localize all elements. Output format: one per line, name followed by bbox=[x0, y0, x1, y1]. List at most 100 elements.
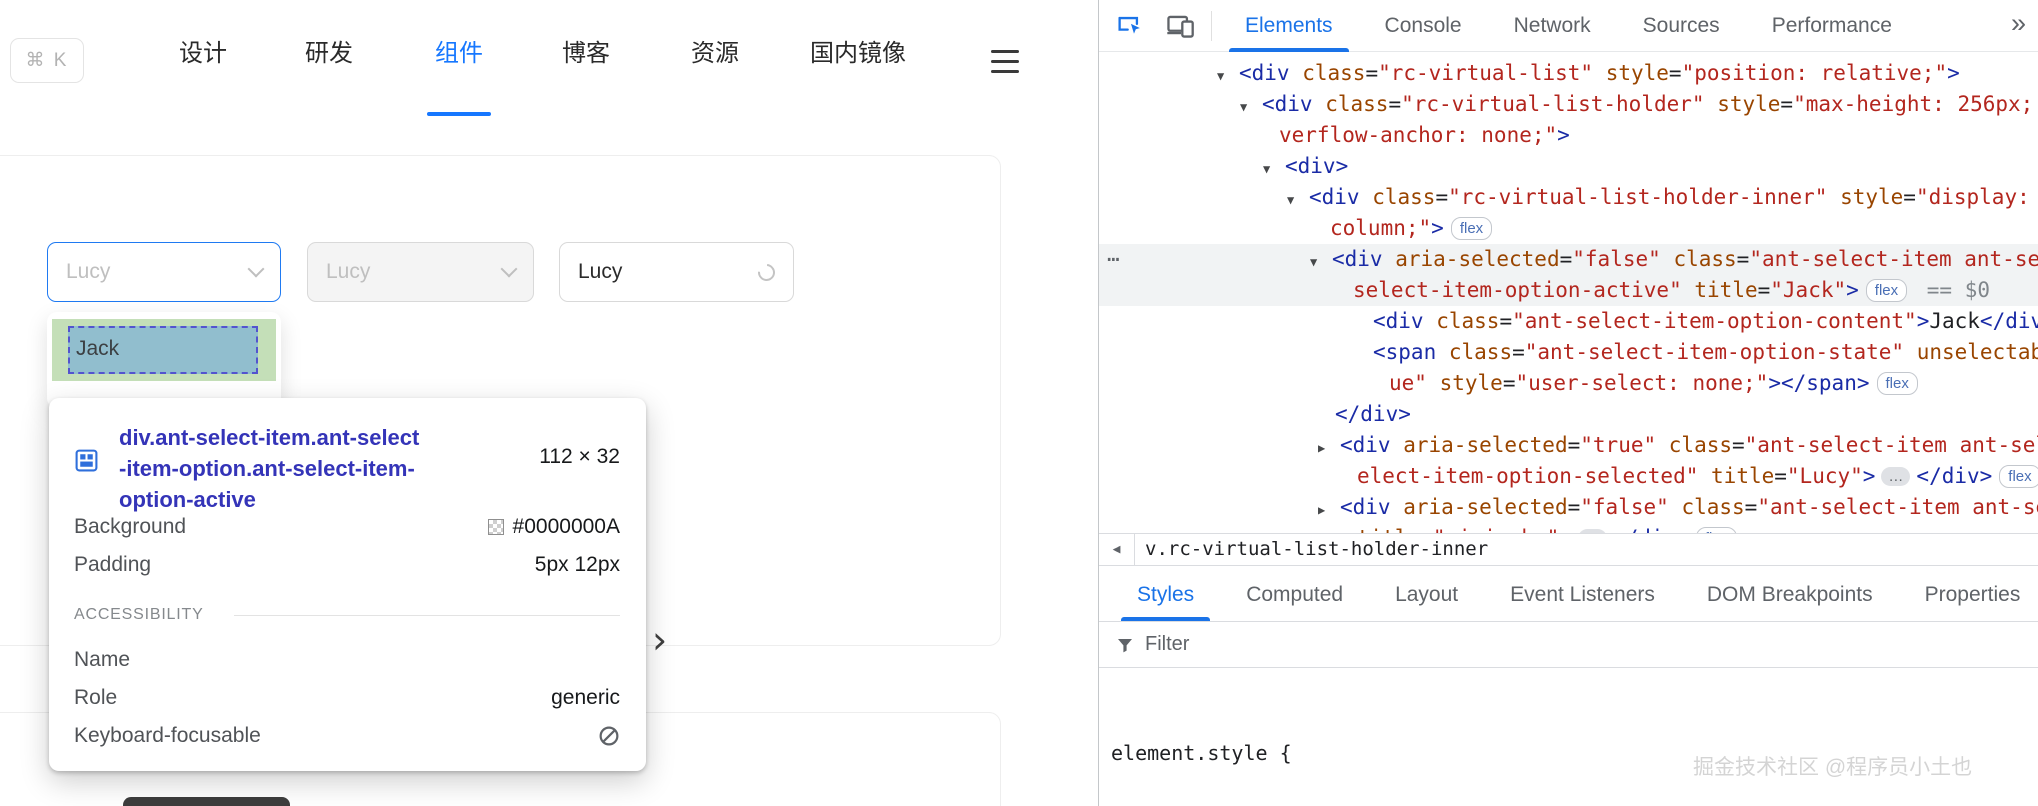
nav-item-1[interactable]: 设计 bbox=[179, 33, 227, 68]
sidebar-tab-dom-breakpoints[interactable]: DOM Breakpoints bbox=[1681, 567, 1899, 621]
elements-tree-row[interactable]: verflow-anchor: none;"> bbox=[1099, 120, 2038, 151]
elements-tree-row[interactable]: select-item-option-active" title="Jack">… bbox=[1099, 275, 2038, 306]
inline-expand-button[interactable]: … bbox=[1881, 467, 1910, 486]
select-focused[interactable]: Lucy bbox=[47, 242, 281, 302]
code-token: = bbox=[1560, 247, 1573, 271]
tooltip-row-role: Role generic bbox=[74, 686, 620, 710]
loading-spinner-icon bbox=[755, 260, 779, 284]
dropdown-option-jack[interactable]: Jack bbox=[76, 337, 119, 361]
flex-badge[interactable]: flex bbox=[1866, 279, 1907, 302]
tab-performance[interactable]: Performance bbox=[1746, 0, 1918, 52]
select-value: Lucy bbox=[326, 260, 370, 284]
code-token: = bbox=[1780, 92, 1793, 116]
select-disabled[interactable]: Lucy bbox=[307, 242, 534, 302]
breadcrumb-item[interactable]: v.rc-virtual-list-holder-inner bbox=[1135, 534, 1498, 565]
expand-arrow-closed-icon[interactable]: ▶ bbox=[1318, 495, 1340, 526]
expand-arrow-closed-icon[interactable]: ▶ bbox=[1318, 433, 1340, 464]
select-dropdown: Jack bbox=[47, 312, 281, 408]
code-token: style bbox=[1606, 61, 1669, 85]
devtools-toolbar: ElementsConsoleNetworkSourcesPerformance… bbox=[1099, 0, 2038, 52]
styles-sidebar-tab-bar: StylesComputedLayoutEvent ListenersDOM B… bbox=[1099, 567, 2038, 622]
device-toolbar-icon[interactable] bbox=[1165, 10, 1195, 40]
code-token: </div> bbox=[1980, 309, 2038, 333]
element-badge-icon bbox=[74, 448, 99, 473]
toolbar-separator bbox=[1211, 11, 1212, 41]
tab-console[interactable]: Console bbox=[1359, 0, 1488, 52]
sidebar-tab-event-listeners[interactable]: Event Listeners bbox=[1484, 567, 1681, 621]
elements-tree-row[interactable]: ue" style="user-select: none;"></span>fl… bbox=[1099, 368, 2038, 399]
elements-tree-row[interactable]: ▼<div> bbox=[1099, 151, 2038, 182]
sidebar-tab-properties[interactable]: Properties bbox=[1899, 567, 2038, 621]
nav-item-6[interactable]: 国内镜像 bbox=[810, 33, 906, 68]
nav-item-5[interactable]: 资源 bbox=[691, 33, 739, 68]
elements-tree-row[interactable]: ▼<div class="rc-virtual-list-holder" sty… bbox=[1099, 89, 2038, 120]
accessibility-section-title: ACCESSIBILITY bbox=[74, 606, 204, 624]
elements-tree-row[interactable]: column;">flex bbox=[1099, 213, 2038, 244]
expand-chevron[interactable]: › bbox=[652, 618, 667, 662]
sidebar-tab-computed[interactable]: Computed bbox=[1220, 567, 1369, 621]
code-token: = bbox=[1774, 464, 1787, 488]
code-token: "true" bbox=[1580, 433, 1656, 457]
code-token: = bbox=[1512, 340, 1525, 364]
code-token: "rc-virtual-list-holder-inner" bbox=[1448, 185, 1827, 209]
elements-tree-row[interactable]: <span class="ant-select-item-option-stat… bbox=[1099, 337, 2038, 368]
row-overflow-dots-icon[interactable]: ⋯ bbox=[1107, 244, 1120, 275]
flex-badge[interactable]: flex bbox=[1999, 465, 2038, 488]
elements-tree-row[interactable]: ▼<div class="rc-virtual-list-holder-inne… bbox=[1099, 182, 2038, 213]
code-token: <div bbox=[1373, 309, 1424, 333]
expand-arrow-open-icon[interactable]: ▼ bbox=[1310, 247, 1332, 278]
code-token bbox=[1424, 309, 1437, 333]
code-token: "ant-select-item-option-content" bbox=[1512, 309, 1917, 333]
more-tabs-chevron-icon[interactable]: » bbox=[2011, 8, 2026, 39]
elements-tree-row[interactable]: title="yiminghe">…</div>flex bbox=[1099, 523, 2038, 533]
code-token: aria-selected bbox=[1403, 495, 1567, 519]
hamburger-menu-icon[interactable] bbox=[991, 50, 1019, 80]
code-token: = bbox=[1503, 371, 1516, 395]
expand-arrow-open-icon[interactable]: ▼ bbox=[1217, 61, 1239, 92]
code-token: = bbox=[1568, 433, 1581, 457]
elements-tree-row[interactable]: ▼<div class="rc-virtual-list" style="pos… bbox=[1099, 58, 2038, 89]
code-token: ></span> bbox=[1768, 371, 1869, 395]
command-k-shortcut-badge[interactable]: ⌘ K bbox=[10, 38, 84, 83]
code-token: class bbox=[1325, 92, 1388, 116]
filter-funnel-icon bbox=[1115, 635, 1135, 655]
nav-item-3[interactable]: 组件 bbox=[435, 33, 483, 68]
tooltip-row-background: Background #0000000A bbox=[74, 515, 620, 539]
code-token: verflow-anchor: none;" bbox=[1279, 123, 1557, 147]
code-token: class bbox=[1436, 309, 1499, 333]
elements-tree-row[interactable]: ⋯▼<div aria-selected="false" class="ant-… bbox=[1099, 244, 2038, 275]
select-loading[interactable]: Lucy bbox=[559, 242, 794, 302]
code-token: class bbox=[1372, 185, 1435, 209]
breadcrumb-back-icon[interactable]: ◀ bbox=[1099, 534, 1135, 565]
elements-tree-row[interactable]: <div class="ant-select-item-option-conte… bbox=[1099, 306, 2038, 337]
elements-tree-row[interactable]: </div> bbox=[1099, 399, 2038, 430]
styles-filter-bar[interactable]: Filter bbox=[1099, 622, 2038, 668]
nav-item-4[interactable]: 博客 bbox=[562, 33, 610, 68]
code-token: "user-select: none;" bbox=[1515, 371, 1768, 395]
devtools-panel: ElementsConsoleNetworkSourcesPerformance… bbox=[1098, 0, 2038, 806]
expand-arrow-open-icon[interactable]: ▼ bbox=[1287, 185, 1309, 216]
tooltip-row-name: Name bbox=[74, 648, 620, 672]
flex-badge[interactable]: flex bbox=[1451, 217, 1492, 240]
code-token: = bbox=[1568, 495, 1581, 519]
elements-tree-row[interactable]: ▶<div aria-selected="false" class="ant-s… bbox=[1099, 492, 2038, 523]
expand-arrow-open-icon[interactable]: ▼ bbox=[1263, 154, 1285, 185]
tab-elements[interactable]: Elements bbox=[1219, 0, 1359, 52]
expand-arrow-open-icon[interactable]: ▼ bbox=[1240, 92, 1262, 123]
code-token: <div> bbox=[1285, 154, 1348, 178]
sidebar-tab-styles[interactable]: Styles bbox=[1111, 567, 1220, 621]
tab-network[interactable]: Network bbox=[1488, 0, 1617, 52]
inspect-tooltip: div.ant-select-item.ant-select -item-opt… bbox=[49, 398, 646, 771]
code-token: > bbox=[1559, 526, 1572, 533]
nav-item-2[interactable]: 研发 bbox=[305, 33, 353, 68]
elements-tree-row[interactable]: ▶<div aria-selected="true" class="ant-se… bbox=[1099, 430, 2038, 461]
code-token: = bbox=[1669, 61, 1682, 85]
tab-sources[interactable]: Sources bbox=[1617, 0, 1746, 52]
watermark: 掘金技术社区 @程序员小土也 bbox=[1693, 752, 2038, 783]
code-token bbox=[1383, 247, 1396, 271]
elements-tree-row[interactable]: elect-item-option-selected" title="Lucy"… bbox=[1099, 461, 2038, 492]
sidebar-tab-layout[interactable]: Layout bbox=[1369, 567, 1484, 621]
flex-badge[interactable]: flex bbox=[1877, 372, 1918, 395]
select-value: Lucy bbox=[66, 260, 110, 284]
inspect-element-icon[interactable] bbox=[1115, 10, 1145, 40]
